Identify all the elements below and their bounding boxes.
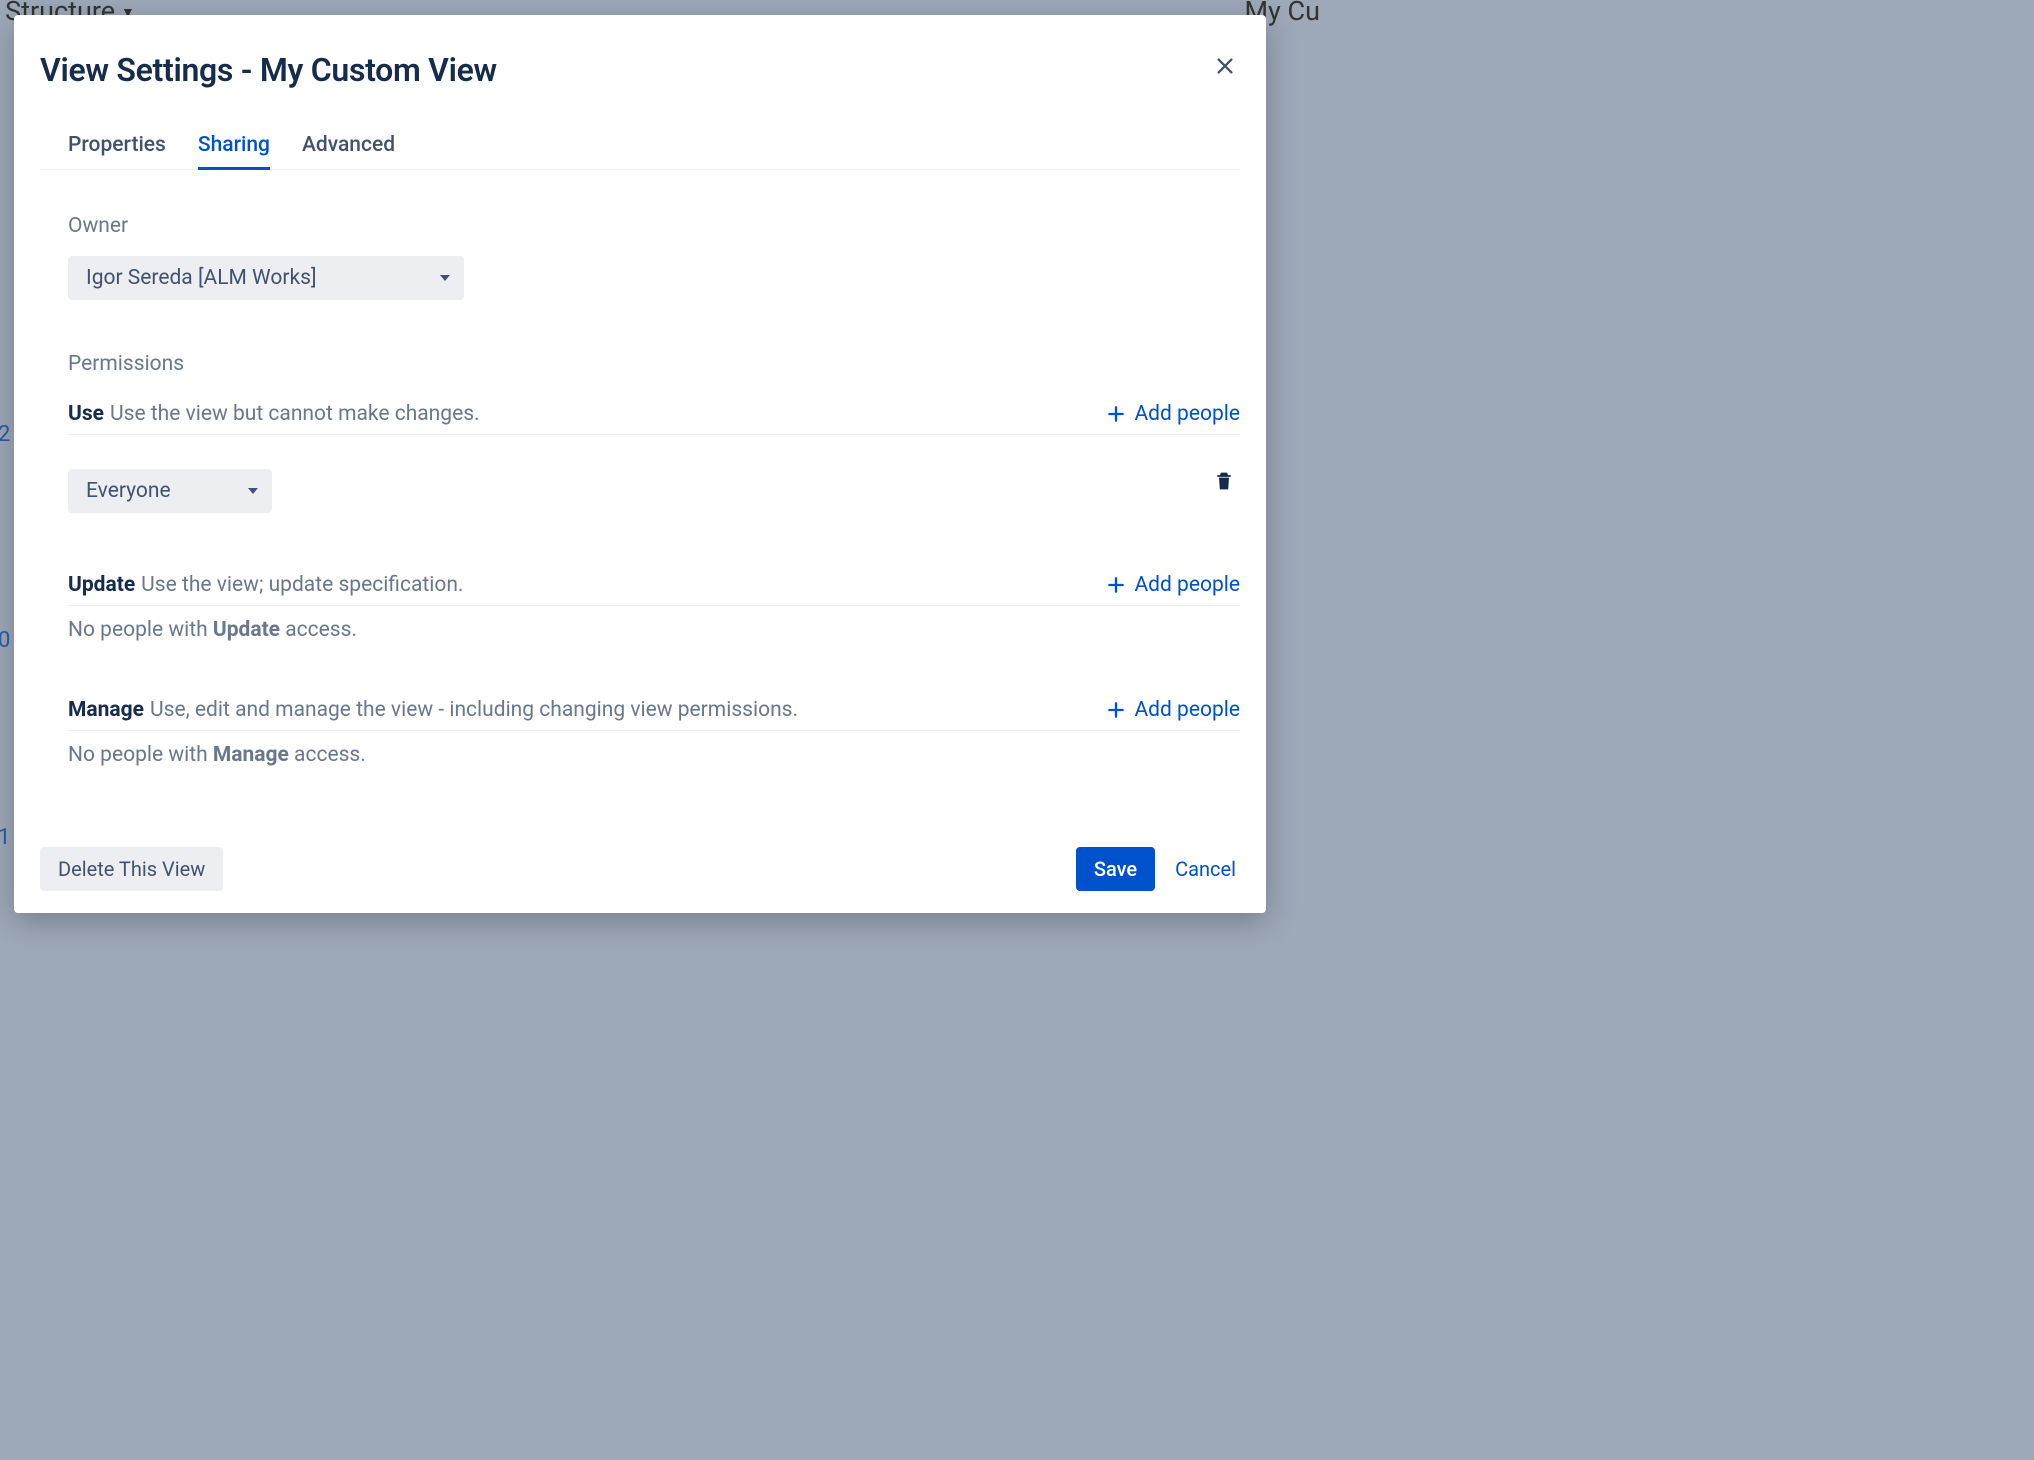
permission-update-empty: No people with Update access. xyxy=(68,618,1240,642)
caret-down-icon xyxy=(440,275,450,281)
permission-manage: ManageUse, edit and manage the view - in… xyxy=(68,698,1240,767)
permission-use-title: UseUse the view but cannot make changes. xyxy=(68,402,480,426)
tab-advanced[interactable]: Advanced xyxy=(302,133,395,170)
add-people-update-button[interactable]: Add people xyxy=(1106,573,1240,597)
footer-right: Save Cancel xyxy=(1076,847,1240,891)
add-people-use-button[interactable]: Add people xyxy=(1106,402,1240,426)
permission-update-header: UpdateUse the view; update specification… xyxy=(68,573,1240,606)
permission-update: UpdateUse the view; update specification… xyxy=(68,573,1240,642)
delete-view-button[interactable]: Delete This View xyxy=(40,847,223,891)
bg-row-number: 0 xyxy=(0,628,10,653)
tab-sharing[interactable]: Sharing xyxy=(198,133,270,170)
permission-use-header: UseUse the view but cannot make changes.… xyxy=(68,402,1240,435)
modal-footer: Delete This View Save Cancel xyxy=(40,827,1240,891)
modal-content: Owner Igor Sereda [ALM Works] Permission… xyxy=(40,170,1240,827)
plus-icon xyxy=(1106,404,1126,424)
plus-icon xyxy=(1106,575,1126,595)
modal-header: View Settings - My Custom View xyxy=(40,51,1240,89)
bg-row-number: 2 xyxy=(0,422,10,447)
permission-update-title: UpdateUse the view; update specification… xyxy=(68,573,463,597)
add-people-manage-button[interactable]: Add people xyxy=(1106,698,1240,722)
use-scope-select[interactable]: Everyone xyxy=(68,469,272,513)
use-scope-value: Everyone xyxy=(86,479,171,503)
owner-select-value: Igor Sereda [ALM Works] xyxy=(86,266,317,290)
owner-select[interactable]: Igor Sereda [ALM Works] xyxy=(68,256,464,300)
trash-icon xyxy=(1214,470,1234,492)
tab-properties[interactable]: Properties xyxy=(68,133,166,170)
view-settings-modal: View Settings - My Custom View Propertie… xyxy=(14,15,1266,913)
remove-use-entry-button[interactable] xyxy=(1208,464,1240,501)
modal-title: View Settings - My Custom View xyxy=(40,51,497,89)
permission-use: UseUse the view but cannot make changes.… xyxy=(68,402,1240,513)
permission-manage-header: ManageUse, edit and manage the view - in… xyxy=(68,698,1240,731)
owner-label: Owner xyxy=(68,214,1240,238)
save-button[interactable]: Save xyxy=(1076,847,1155,891)
cancel-button[interactable]: Cancel xyxy=(1171,847,1240,891)
plus-icon xyxy=(1106,700,1126,720)
permission-manage-title: ManageUse, edit and manage the view - in… xyxy=(68,698,798,722)
close-button[interactable] xyxy=(1210,51,1240,84)
permissions-label: Permissions xyxy=(68,352,1240,376)
permission-use-row: Everyone xyxy=(68,451,1240,513)
tabs: Properties Sharing Advanced xyxy=(40,133,1240,170)
close-icon xyxy=(1214,55,1236,77)
permission-manage-empty: No people with Manage access. xyxy=(68,743,1240,767)
bg-row-number: 1 xyxy=(0,825,10,850)
caret-down-icon xyxy=(248,488,258,494)
